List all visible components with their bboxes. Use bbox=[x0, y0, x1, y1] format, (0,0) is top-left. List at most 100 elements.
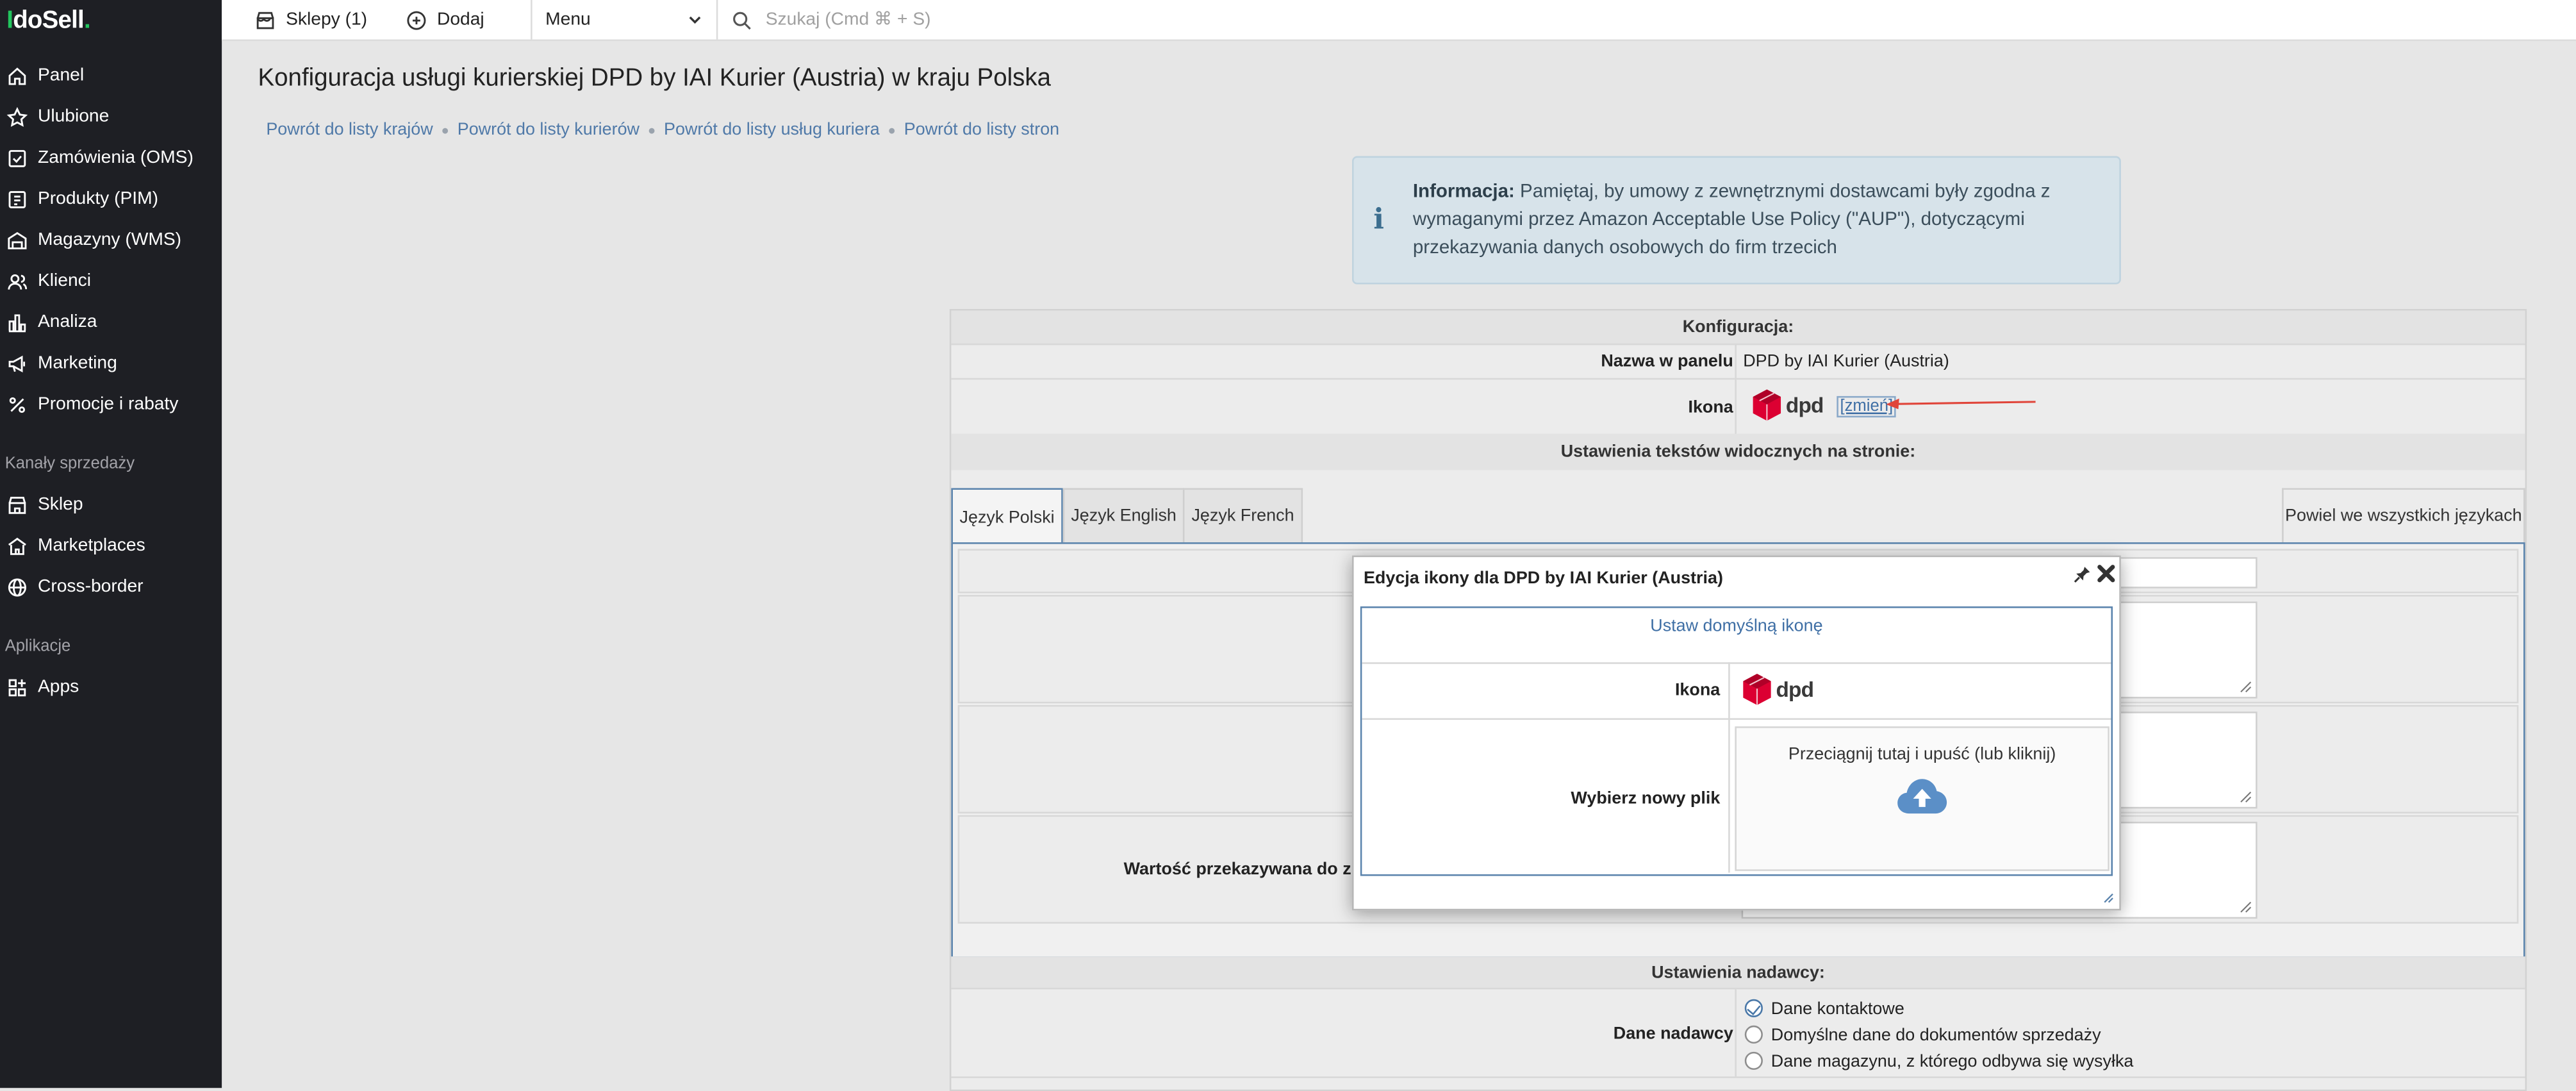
sidebar-item-produkty[interactable]: Produkty (PIM) bbox=[0, 183, 222, 219]
section-label-sales-channels: Kanały sprzedaży bbox=[4, 455, 135, 474]
column-divider bbox=[1735, 343, 1737, 378]
sidebar-item-label: Panel bbox=[37, 65, 85, 86]
breadcrumb-separator: ● bbox=[441, 123, 449, 138]
sidebar-item-ulubione[interactable]: Ulubione bbox=[0, 100, 222, 136]
dialog-row-icon: Ikona dpd bbox=[1362, 664, 2111, 720]
radio-default-sales-docs-label: Domyślne dane do dokumentów sprzedaży bbox=[1771, 1025, 2101, 1045]
radio-contact-data[interactable] bbox=[1744, 999, 1763, 1017]
breadcrumb-link-couriers[interactable]: Powrót do listy kurierów bbox=[458, 120, 640, 140]
section-label-apps: Aplikacje bbox=[4, 637, 71, 656]
pin-icon[interactable] bbox=[2074, 565, 2092, 583]
analytics-icon bbox=[8, 314, 26, 333]
dpd-cube-icon bbox=[1753, 389, 1781, 421]
info-box: i Informacja: Pamiętaj, by umowy z zewnę… bbox=[1352, 156, 2121, 285]
value-passed-label: Wartość przekazywana do zmie bbox=[1123, 859, 1382, 879]
repeat-all-languages-button[interactable]: Powiel we wszystkich językach bbox=[2282, 488, 2525, 543]
tab-jezyk-polski[interactable]: Język Polski bbox=[951, 488, 1063, 546]
sidebar-item-label: Marketplaces bbox=[37, 535, 145, 556]
breadcrumb-link-countries[interactable]: Powrót do listy krajów bbox=[266, 120, 433, 140]
radio-warehouse-data[interactable] bbox=[1744, 1051, 1763, 1070]
radio-default-sales-docs[interactable] bbox=[1744, 1025, 1763, 1044]
drop-zone-text: Przeciągnij tutaj i upuść (lub kliknij) bbox=[1788, 744, 2056, 765]
sidebar-item-panel[interactable]: Panel bbox=[0, 59, 222, 95]
globe-icon bbox=[8, 578, 26, 597]
add-button[interactable]: Dodaj bbox=[406, 0, 484, 40]
sidebar-item-klienci[interactable]: Klienci bbox=[0, 265, 222, 301]
set-default-icon-link[interactable]: Ustaw domyślną ikonę bbox=[1362, 616, 2111, 636]
sidebar-item-label: Sklep bbox=[37, 494, 83, 515]
sidebar-item-label: Ulubione bbox=[37, 106, 110, 127]
dialog-resize-handle[interactable] bbox=[2103, 892, 2115, 904]
search-icon bbox=[733, 11, 751, 29]
edit-icon-dialog: Edycja ikony dla DPD by IAI Kurier (Aust… bbox=[1352, 555, 2121, 911]
dialog-body: Ustaw domyślną ikonę Ikona dpd Wybierz n… bbox=[1360, 606, 2113, 876]
sidebar-item-sklep[interactable]: Sklep bbox=[0, 488, 222, 524]
column-divider bbox=[1735, 989, 1737, 1077]
shops-button[interactable]: Sklepy (1) bbox=[254, 0, 367, 40]
texts-header: Ustawienia tekstów widocznych na stronie… bbox=[951, 433, 2525, 472]
sidebar: IdoSell. Panel Ulubione Zamówienia (OMS)… bbox=[0, 0, 222, 1088]
megaphone-icon bbox=[8, 355, 26, 373]
config-row-name: Nazwa w panelu DPD by IAI Kurier (Austri… bbox=[951, 343, 2525, 380]
file-drop-zone[interactable]: Przeciągnij tutaj i upuść (lub kliknij) bbox=[1735, 726, 2110, 871]
language-tabs: Język Polski Język English Język French … bbox=[951, 488, 2525, 546]
sidebar-item-magazyny[interactable]: Magazyny (WMS) bbox=[0, 224, 222, 260]
star-icon bbox=[6, 106, 28, 127]
sidebar-item-label: Marketing bbox=[37, 353, 117, 373]
dpd-logo-text: dpd bbox=[1785, 392, 1824, 418]
column-divider bbox=[1728, 662, 1730, 873]
info-icon: i bbox=[1373, 203, 1384, 237]
dpd-logo: dpd bbox=[1753, 389, 1824, 421]
sidebar-item-marketplaces[interactable]: Marketplaces bbox=[0, 529, 222, 565]
sidebar-item-apps[interactable]: Apps bbox=[0, 670, 222, 706]
apps-icon bbox=[8, 679, 26, 697]
sidebar-item-marketing[interactable]: Marketing bbox=[0, 347, 222, 383]
breadcrumb-separator: ● bbox=[888, 123, 896, 138]
cloud-upload-icon bbox=[1897, 779, 1947, 814]
sidebar-item-promocje[interactable]: Promocje i rabaty bbox=[0, 388, 222, 424]
config-row-icon: Ikona dpd [zmień] bbox=[951, 378, 2525, 436]
icon-label: Ikona bbox=[1688, 397, 1733, 418]
shop-icon bbox=[8, 497, 26, 514]
page-title: Konfiguracja usługi kurierskiej DPD by I… bbox=[258, 63, 1052, 92]
logo-part-2: doSell bbox=[13, 6, 85, 35]
orders-icon bbox=[8, 150, 26, 167]
breadcrumb-link-courier-services[interactable]: Powrót do listy usług kuriera bbox=[664, 120, 880, 140]
users-icon bbox=[8, 274, 28, 290]
search-box bbox=[731, 0, 1553, 40]
radio-warehouse-data-label: Dane magazynu, z którego odbywa się wysy… bbox=[1771, 1051, 2134, 1072]
sender-header: Ustawienia nadawcy: bbox=[951, 956, 2525, 990]
sidebar-item-analiza[interactable]: Analiza bbox=[0, 306, 222, 342]
column-divider bbox=[1735, 378, 1737, 434]
percent-icon bbox=[9, 397, 26, 413]
dialog-dpd-logo: dpd bbox=[1743, 674, 1814, 705]
sidebar-item-label: Produkty (PIM) bbox=[37, 188, 159, 209]
search-input[interactable] bbox=[765, 10, 1423, 30]
top-bar: Sklepy (1) Dodaj Menu bbox=[222, 0, 2576, 42]
dialog-row-default: Ustaw domyślną ikonę bbox=[1362, 608, 2111, 664]
breadcrumb-link-pages[interactable]: Powrót do listy stron bbox=[904, 120, 1059, 140]
close-icon[interactable] bbox=[2096, 563, 2116, 583]
dialog-icon-label: Ikona bbox=[1674, 680, 1721, 701]
breadcrumb-separator: ● bbox=[647, 123, 656, 138]
sidebar-item-label: Analiza bbox=[37, 312, 97, 332]
panel-name-label: Nazwa w panelu bbox=[1601, 351, 1733, 372]
sidebar-item-zamowienia[interactable]: Zamówienia (OMS) bbox=[0, 141, 222, 177]
sidebar-item-label: Promocje i rabaty bbox=[37, 394, 179, 415]
sidebar-item-cross-border[interactable]: Cross-border bbox=[0, 570, 222, 606]
logo-part-3: . bbox=[83, 6, 91, 35]
tab-jezyk-french[interactable]: Język French bbox=[1182, 488, 1303, 543]
dpd-logo-text: dpd bbox=[1776, 677, 1814, 702]
menu-select-value: Menu bbox=[545, 10, 591, 30]
dialog-title: Edycja ikony dla DPD by IAI Kurier (Aust… bbox=[1363, 569, 1723, 588]
shop-icon bbox=[256, 11, 274, 29]
idosell-logo[interactable]: IdoSell. bbox=[6, 6, 90, 35]
sender-data-label: Dane nadawcy bbox=[1613, 1024, 1733, 1044]
tab-jezyk-english[interactable]: Język English bbox=[1062, 488, 1185, 543]
sidebar-item-label: Apps bbox=[37, 677, 79, 697]
sidebar-item-label: Cross-border bbox=[37, 576, 144, 597]
config-row-sender: Dane nadawcy Dane kontaktowe Domyślne da… bbox=[951, 989, 2525, 1078]
menu-select[interactable]: Menu bbox=[531, 0, 718, 40]
sidebar-item-label: Zamówienia (OMS) bbox=[37, 147, 194, 168]
home-icon bbox=[8, 67, 26, 85]
